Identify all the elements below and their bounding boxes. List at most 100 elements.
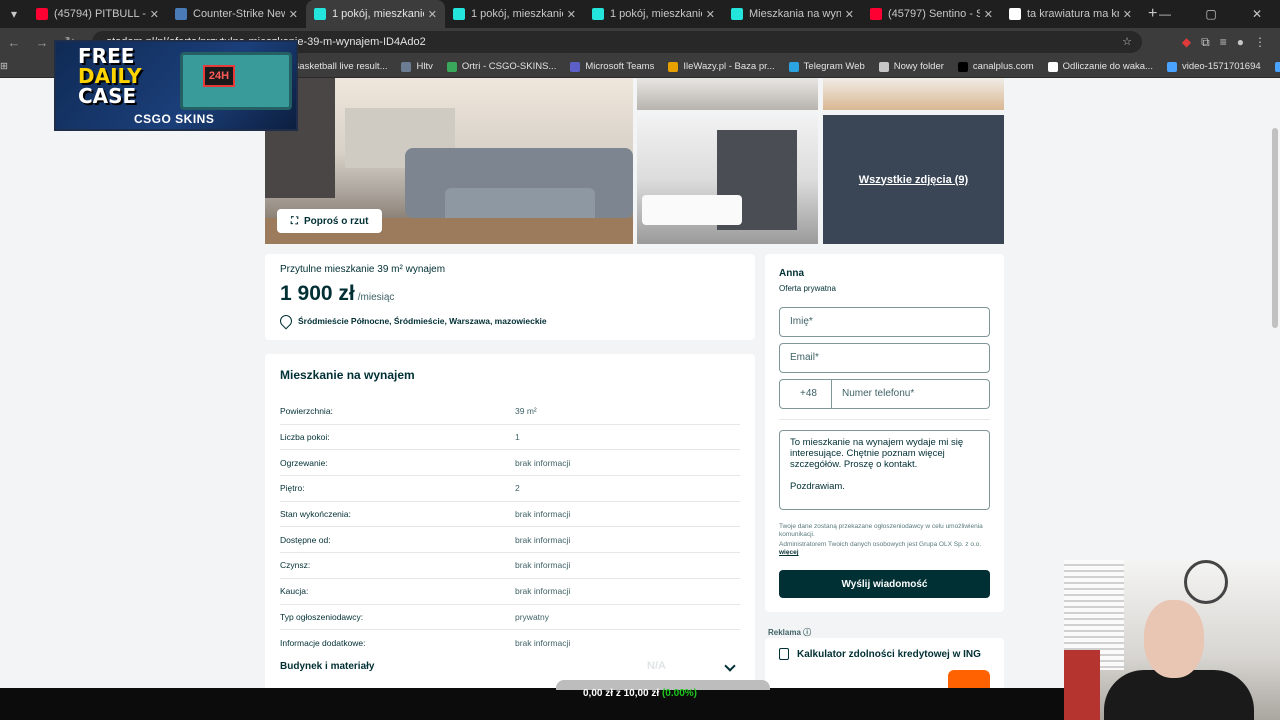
bookmark-favicon-icon (1047, 61, 1058, 72)
minimize-icon[interactable]: — (1142, 0, 1188, 28)
browser-tab[interactable]: (45797) Sentino - SAF ✕ (862, 0, 1001, 28)
bookmark-item[interactable]: Nowy folder (878, 61, 944, 72)
bookmark-item[interactable]: IleWazy.pl - Baza pr... (668, 61, 775, 72)
tab-close-icon[interactable]: ✕ (845, 8, 854, 21)
bookmark-favicon-icon (1274, 61, 1280, 72)
webcam-overlay (1064, 560, 1280, 720)
window-controls: — ▢ ✕ (1142, 0, 1280, 28)
tab-close-icon[interactable]: ✕ (567, 8, 576, 21)
ticker-left-value: 0,00 zł (583, 688, 614, 699)
message-textarea[interactable]: To mieszkanie na wynajem wydaje mi się i… (779, 430, 990, 510)
calculator-icon (779, 648, 789, 660)
browser-tab[interactable]: 1 pokój, mieszkanie na wy ✕ (445, 0, 584, 28)
details-row: Ogrzewanie: brak informacji (280, 450, 740, 477)
profile-avatar-icon[interactable]: ● (1237, 35, 1244, 49)
close-window-icon[interactable]: ✕ (1234, 0, 1280, 28)
tab-close-icon[interactable]: ✕ (984, 8, 993, 21)
scrollbar-thumb[interactable] (1272, 128, 1278, 328)
details-row: Czynsz: brak informacji (280, 553, 740, 579)
extension-icon[interactable]: ◆ (1182, 35, 1191, 49)
tab-favicon-icon (453, 8, 465, 20)
case-ad-line1: FREE (78, 44, 135, 68)
photo-thumb-2[interactable] (823, 78, 1004, 110)
listing-summary-card: Przytulne mieszkanie 39 m² wynajem 1 900… (265, 254, 755, 340)
browser-tab[interactable]: 1 pokój, mieszkanie na wy ✕ (584, 0, 723, 28)
tab-close-icon[interactable]: ✕ (428, 8, 437, 21)
bookmark-star-icon[interactable]: ☆ (1122, 31, 1132, 53)
details-value: 2 (515, 483, 520, 494)
details-key: Liczba pokoi: (280, 432, 330, 443)
details-value: brak informacji (515, 509, 571, 520)
send-message-button[interactable]: Wyślij wiadomość (779, 570, 990, 598)
advertiser-type: Oferta prywatna (779, 284, 836, 293)
building-section-toggle[interactable]: Budynek i materiały N/A (280, 660, 740, 672)
tab-close-icon[interactable]: ✕ (1123, 8, 1132, 21)
menu-dots-icon[interactable]: ⋮ (1254, 35, 1266, 49)
contact-form-card: Anna Oferta prywatna Imię* Email* +48 Nu… (765, 254, 1004, 612)
ing-ad-title-text: Kalkulator zdolności kredytowej w ING (797, 648, 981, 660)
bookmark-item[interactable]: Microsoft Teams (570, 61, 654, 72)
browser-tab[interactable]: Counter-Strike News & C ✕ (167, 0, 306, 28)
tab-close-icon[interactable]: ✕ (150, 8, 159, 21)
bookmark-label: IleWazy.pl - Baza pr... (683, 61, 775, 72)
location-text: Śródmieście Północne, Śródmieście, Warsz… (298, 316, 547, 326)
consent-more-link[interactable]: więcej (779, 549, 799, 556)
back-icon[interactable]: ← (0, 35, 28, 50)
apps-grid-icon[interactable]: ⊞ (0, 61, 8, 72)
details-value: brak informacji (515, 560, 571, 571)
photo-thumb-bathroom[interactable] (637, 115, 818, 244)
case-ad-banner[interactable]: FREE DAILY CASE 24H CSGO SKINS (54, 40, 298, 131)
all-photos-link[interactable]: Wszystkie zdjęcia (9) (859, 174, 968, 186)
case-ad-line2: DAILY (78, 64, 142, 88)
floorplan-icon: ⛶ (291, 215, 298, 227)
tab-favicon-icon (175, 8, 187, 20)
details-value: 1 (515, 432, 520, 443)
extensions-puzzle-icon[interactable]: ⧉ (1201, 35, 1210, 50)
browser-tab[interactable]: 1 pokój, mieszkanie na wy ✕ (306, 0, 445, 28)
tab-search-icon[interactable]: ▾ (0, 0, 28, 28)
price-value: 1 900 zł (280, 282, 355, 305)
browser-tab[interactable]: Mieszkania na wynajem: W ✕ (723, 0, 862, 28)
bookmark-label: Ortri - CSGO-SKINS... (461, 61, 557, 72)
bookmark-item[interactable]: canalplus.com (957, 61, 1034, 72)
email-input[interactable]: Email* (779, 343, 990, 373)
bookmark-item[interactable]: video-1571701694 (1166, 61, 1261, 72)
bookmark-item[interactable]: Hltv (401, 61, 433, 72)
bookmark-favicon-icon (401, 61, 412, 72)
photo-thumb-1[interactable] (637, 78, 818, 110)
browser-tab[interactable]: ta krawiatura ma krzyba j ✕ (1001, 0, 1140, 28)
bookmark-item[interactable]: Odliczanie do waka... (1047, 61, 1153, 72)
maximize-icon[interactable]: ▢ (1188, 0, 1234, 28)
details-value: brak informacji (515, 534, 571, 545)
bookmark-label: Nowy folder (893, 61, 944, 72)
request-floorplan-button[interactable]: ⛶ Poproś o rzut (277, 209, 383, 233)
tab-title: 1 pokój, mieszkanie na wy (610, 8, 702, 20)
tab-close-icon[interactable]: ✕ (289, 8, 298, 21)
request-floorplan-label: Poproś o rzut (304, 215, 369, 227)
phone-input[interactable]: Numer telefonu* (832, 380, 914, 408)
ticker-separator: z (615, 688, 621, 699)
browser-tab[interactable]: (45794) PITBULL - GIVE M ✕ (28, 0, 167, 28)
main-photo[interactable]: ⛶ Poproś o rzut (265, 78, 633, 244)
bookmark-label: video-1571701694 (1181, 61, 1261, 72)
tab-close-icon[interactable]: ✕ (706, 8, 715, 21)
details-key: Powierzchnia: (280, 406, 333, 417)
price-unit: /miesiąc (357, 292, 395, 303)
name-input[interactable]: Imię* (779, 307, 990, 337)
bookmark-item[interactable]: Ortri - CSGO-SKINS... (446, 61, 557, 72)
details-row: Stan wykończenia: brak informacji (280, 502, 740, 528)
reading-list-icon[interactable]: ≡ (1220, 35, 1227, 49)
info-icon[interactable]: ⓘ (803, 628, 811, 637)
tab-title: Counter-Strike News & C (193, 8, 285, 20)
tab-strip: (45794) PITBULL - GIVE M✕Counter-Strike … (28, 0, 1140, 28)
bookmark-item[interactable]: kocica (1274, 61, 1280, 72)
photo-tub (642, 195, 742, 225)
location-link[interactable]: Śródmieście Północne, Śródmieście, Warsz… (277, 312, 740, 330)
phone-prefix-select[interactable]: +48 (790, 380, 832, 408)
details-row: Powierzchnia: 39 m² (280, 399, 740, 425)
forward-icon[interactable]: → (28, 35, 56, 50)
tab-title: (45797) Sentino - SAF (888, 8, 980, 20)
bookmark-favicon-icon (446, 61, 457, 72)
all-photos-thumb[interactable]: Wszystkie zdjęcia (9) (823, 115, 1004, 244)
bookmark-item[interactable]: Telegram Web (788, 61, 865, 72)
